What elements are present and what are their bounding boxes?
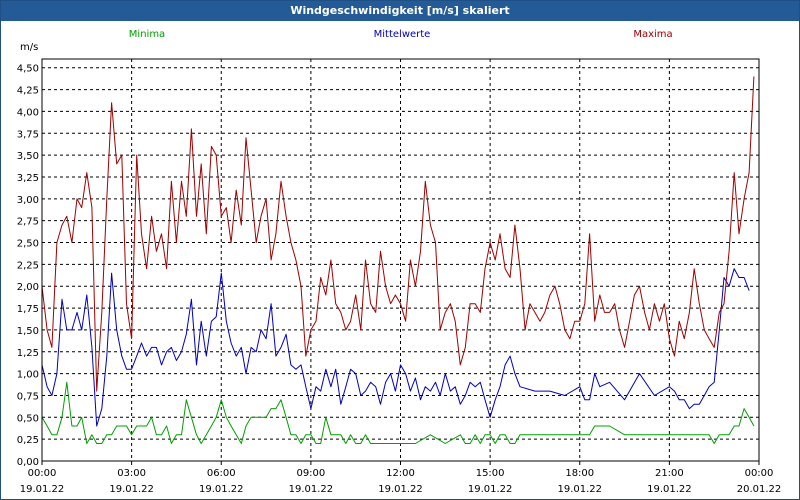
x-axis: 00:00 19.01.22 03:00 19.01.22 06:00 19.01.22 0… — [20, 461, 782, 495]
x-tick-date: 19.01.22 — [289, 484, 334, 495]
chart-title: Windgeschwindigkeit [m/s] skaliert — [1, 1, 799, 21]
series-lines — [41, 76, 755, 444]
y-tick-label: 4,50 — [17, 64, 39, 75]
y-tick-label: 1,00 — [17, 370, 39, 381]
x-tick-date: 19.01.22 — [20, 484, 65, 495]
y-tick-label: 4,00 — [17, 107, 39, 118]
grid — [42, 59, 759, 461]
x-tick-time: 18:00 — [565, 468, 594, 479]
x-tick-date: 20.01.22 — [737, 484, 782, 495]
y-tick-label: 3,00 — [17, 195, 39, 206]
y-tick-label: 0,00 — [17, 457, 39, 468]
y-tick-label: 3,75 — [17, 129, 39, 140]
y-axis-label: m/s — [20, 42, 38, 53]
legend-minima: Minima — [129, 29, 165, 40]
x-tick-date: 19.01.22 — [378, 484, 423, 495]
y-tick-label: 1,50 — [17, 326, 39, 337]
x-tick-date: 19.01.22 — [109, 484, 154, 495]
series-maxima-line — [41, 76, 755, 392]
y-tick-label: 2,25 — [17, 260, 39, 271]
series-minima-line — [41, 381, 755, 444]
x-tick-date: 19.01.22 — [557, 484, 602, 495]
legend-mittelwerte: Mittelwerte — [374, 29, 431, 40]
y-tick-label: 0,75 — [17, 391, 39, 402]
x-tick-time: 00:00 — [745, 468, 774, 479]
y-tick-label: 4,25 — [17, 86, 39, 97]
y-tick-label: 2,00 — [17, 282, 39, 293]
x-tick-time: 12:00 — [386, 468, 415, 479]
x-tick-date: 19.01.22 — [199, 484, 244, 495]
x-tick-time: 06:00 — [207, 468, 236, 479]
chart-window: Windgeschwindigkeit [m/s] skaliert 0,00 0… — [0, 0, 800, 500]
y-tick-label: 1,25 — [17, 348, 39, 359]
y-tick-label: 3,25 — [17, 173, 39, 184]
series-mittelwerte-line — [41, 268, 750, 427]
x-tick-time: 15:00 — [476, 468, 505, 479]
x-tick-time: 00:00 — [28, 468, 57, 479]
chart-area: 0,00 0,25 0,50 0,75 1,00 1,25 1,50 1,75 2,00 2,25… — [17, 29, 782, 495]
x-tick-time: 03:00 — [117, 468, 146, 479]
y-tick-label: 0,25 — [17, 435, 39, 446]
legend-maxima: Maxima — [633, 29, 672, 40]
y-tick-label: 2,50 — [17, 239, 39, 250]
y-tick-label: 0,50 — [17, 413, 39, 424]
y-tick-label: 1,75 — [17, 304, 39, 315]
x-tick-time: 21:00 — [655, 468, 684, 479]
x-tick-time: 09:00 — [296, 468, 325, 479]
x-tick-date: 19.01.22 — [647, 484, 692, 495]
y-tick-label: 2,75 — [17, 217, 39, 228]
y-tick-label: 3,50 — [17, 151, 39, 162]
y-axis: 0,00 0,25 0,50 0,75 1,00 1,25 1,50 1,75 2,00 2,25… — [17, 64, 39, 468]
x-tick-date: 19.01.22 — [468, 484, 513, 495]
